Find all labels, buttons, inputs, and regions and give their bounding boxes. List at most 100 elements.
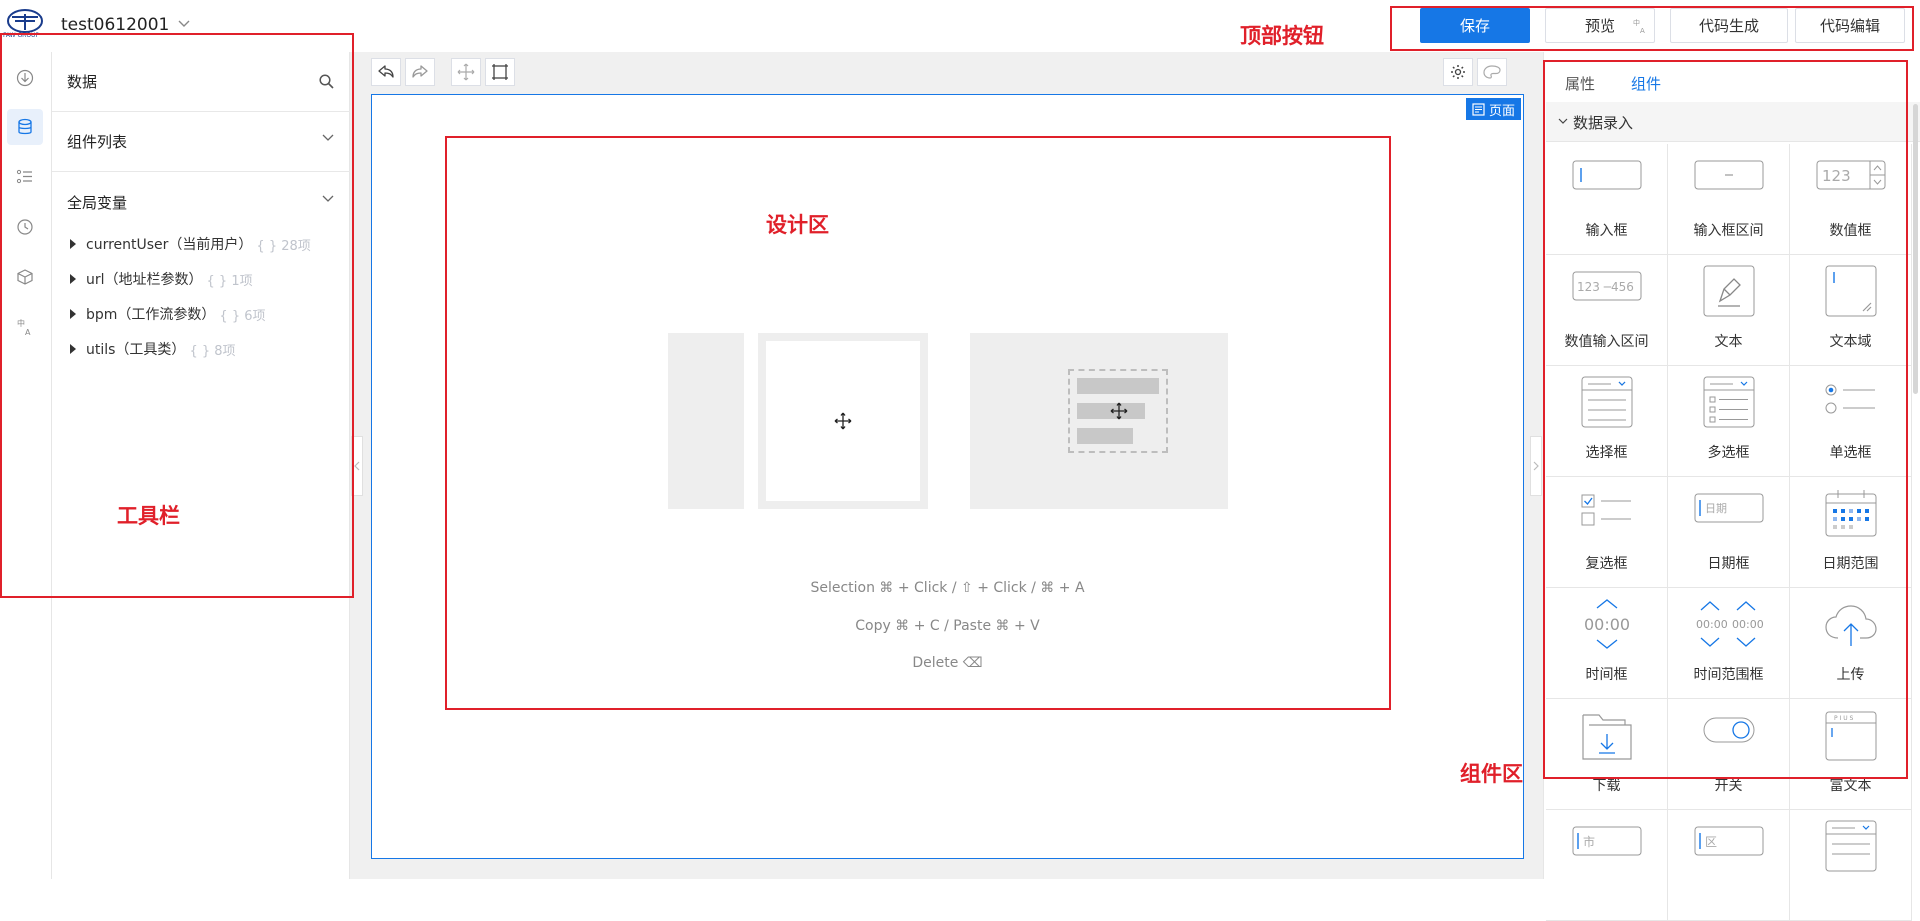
component-time-range[interactable]: 00:00 00:00 时间范围框 — [1668, 588, 1790, 699]
component-list-select[interactable] — [1790, 810, 1912, 921]
move-cursor-icon — [1110, 402, 1128, 420]
save-button[interactable]: 保存 — [1420, 8, 1530, 43]
svg-text:A: A — [1640, 27, 1645, 34]
theme-button[interactable] — [1477, 58, 1507, 86]
component-input-range[interactable]: 输入框区间 — [1668, 144, 1790, 255]
list-select-icon — [1825, 820, 1877, 872]
tab-components[interactable]: 组件 — [1631, 73, 1662, 105]
hint-copy: Copy ⌘ + C / Paste ⌘ + V — [855, 618, 1040, 634]
chevron-down-icon — [1558, 118, 1568, 125]
undo-button[interactable] — [371, 58, 401, 86]
caret-right-icon — [70, 239, 76, 249]
variable-count: { } 6项 — [219, 308, 266, 324]
variable-row[interactable]: currentUser（当前用户） { } 28项 — [70, 234, 311, 254]
variable-row[interactable]: utils（工具类） { } 8项 — [70, 339, 236, 359]
component-upload[interactable]: 上传 — [1790, 588, 1912, 699]
left-collapse-handle[interactable] — [351, 436, 363, 496]
annotation-label-top-buttons: 顶部按钮 — [1240, 24, 1324, 48]
group-header-data-entry[interactable]: 数据录入 — [1546, 102, 1920, 142]
rich-text-icon: P I U S — [1825, 711, 1877, 761]
annotation-label-design-area: 设计区 — [766, 213, 829, 237]
illustration-left-block — [668, 333, 744, 509]
component-input[interactable]: 输入框 — [1546, 144, 1668, 255]
component-list-header[interactable]: 组件列表 — [52, 112, 350, 172]
scrollbar[interactable] — [1913, 104, 1918, 394]
chevron-left-icon — [354, 461, 360, 471]
move-icon — [457, 63, 475, 81]
variable-name: bpm（工作流参数） — [86, 307, 216, 323]
variable-name: currentUser（当前用户） — [86, 237, 253, 253]
hint-delete: Delete ⌫ — [912, 655, 983, 671]
component-label: 下载 — [1592, 778, 1621, 794]
history-icon — [16, 218, 34, 236]
rail-import[interactable] — [7, 60, 43, 96]
component-multi-select[interactable]: 多选框 — [1668, 366, 1790, 477]
component-label: 文本域 — [1829, 334, 1872, 350]
preview-button[interactable]: 预览 中A — [1545, 8, 1655, 43]
rail-blocks[interactable] — [7, 259, 43, 295]
move-button[interactable] — [451, 58, 481, 86]
select-icon — [1581, 376, 1633, 428]
rail-data[interactable] — [7, 109, 43, 145]
district-sample: 区 — [1705, 835, 1717, 849]
component-text[interactable]: 文本 — [1668, 255, 1790, 366]
district-select-icon: 区 — [1694, 826, 1764, 856]
date-range-icon — [1825, 490, 1877, 537]
component-switch[interactable]: 开关 — [1668, 699, 1790, 810]
number-range-icon: 123 ─456 — [1572, 271, 1642, 301]
date-sample: 日期 — [1705, 502, 1727, 515]
component-date-range[interactable]: 日期范围 — [1790, 477, 1912, 588]
global-vars-header[interactable]: 全局变量 — [52, 172, 350, 232]
illustration-dragging-group — [1068, 369, 1168, 453]
chevron-down-icon[interactable] — [178, 20, 190, 28]
component-rich-text[interactable]: P I U S 富文本 — [1790, 699, 1912, 810]
rail-i18n[interactable]: 中A — [7, 309, 43, 345]
marquee-icon — [491, 63, 509, 81]
component-date[interactable]: 日期 日期框 — [1668, 477, 1790, 588]
component-textarea[interactable]: 文本域 — [1790, 255, 1912, 366]
illustration-center-block — [758, 333, 928, 509]
project-name[interactable]: test0612001 — [61, 15, 169, 35]
select-area-button[interactable] — [485, 58, 515, 86]
design-canvas[interactable]: 页面 Selection ⌘ + Click / ⇧ + Click / ⌘ +… — [371, 94, 1524, 859]
rail-components[interactable] — [7, 159, 43, 195]
input-range-icon — [1694, 160, 1764, 190]
component-label: 数值输入区间 — [1564, 334, 1649, 350]
component-checkbox[interactable]: 复选框 — [1546, 477, 1668, 588]
variable-row[interactable]: bpm（工作流参数） { } 6项 — [70, 304, 266, 324]
chevron-down-icon — [322, 195, 334, 203]
settings-button[interactable] — [1443, 58, 1473, 86]
component-select[interactable]: 选择框 — [1546, 366, 1668, 477]
component-district-select[interactable]: 区 — [1668, 810, 1790, 921]
translate-icon: 中A — [16, 318, 34, 336]
component-time[interactable]: 00:00 时间框 — [1546, 588, 1668, 699]
variable-name: utils（工具类） — [86, 342, 186, 358]
text-icon — [1703, 265, 1755, 317]
city-select-icon: 市 — [1572, 826, 1642, 856]
component-label: 单选框 — [1829, 445, 1872, 461]
component-radio[interactable]: 单选框 — [1790, 366, 1912, 477]
component-download[interactable]: 下载 — [1546, 699, 1668, 810]
component-number[interactable]: 123 数值框 — [1790, 144, 1912, 255]
time-sample: 00:00 — [1584, 615, 1630, 634]
caret-right-icon — [70, 274, 76, 284]
page-icon — [1472, 102, 1485, 116]
time-range-sample-start: 00:00 — [1696, 618, 1728, 631]
component-city-select[interactable]: 市 — [1546, 810, 1668, 921]
right-panel: 属性 组件 数据录入 输入框 输入框区间 123 数值框 123 ─456 数值… — [1543, 52, 1920, 921]
search-icon[interactable] — [319, 74, 334, 89]
time-input-icon: 00:00 — [1581, 599, 1633, 650]
rail-history[interactable] — [7, 209, 43, 245]
redo-button[interactable] — [405, 58, 435, 86]
data-section-header[interactable]: 数据 — [52, 52, 350, 112]
code-edit-button[interactable]: 代码编辑 — [1795, 8, 1905, 43]
page-badge[interactable]: 页面 — [1465, 98, 1521, 120]
code-generate-button[interactable]: 代码生成 — [1670, 8, 1788, 43]
component-number-range[interactable]: 123 ─456 数值输入区间 — [1546, 255, 1668, 366]
tab-properties[interactable]: 属性 — [1565, 73, 1595, 94]
right-collapse-handle[interactable] — [1530, 436, 1542, 496]
list-settings-icon — [16, 168, 34, 186]
caret-right-icon — [70, 344, 76, 354]
variable-row[interactable]: url（地址栏参数） { } 1项 — [70, 269, 253, 289]
undo-icon — [377, 64, 395, 80]
